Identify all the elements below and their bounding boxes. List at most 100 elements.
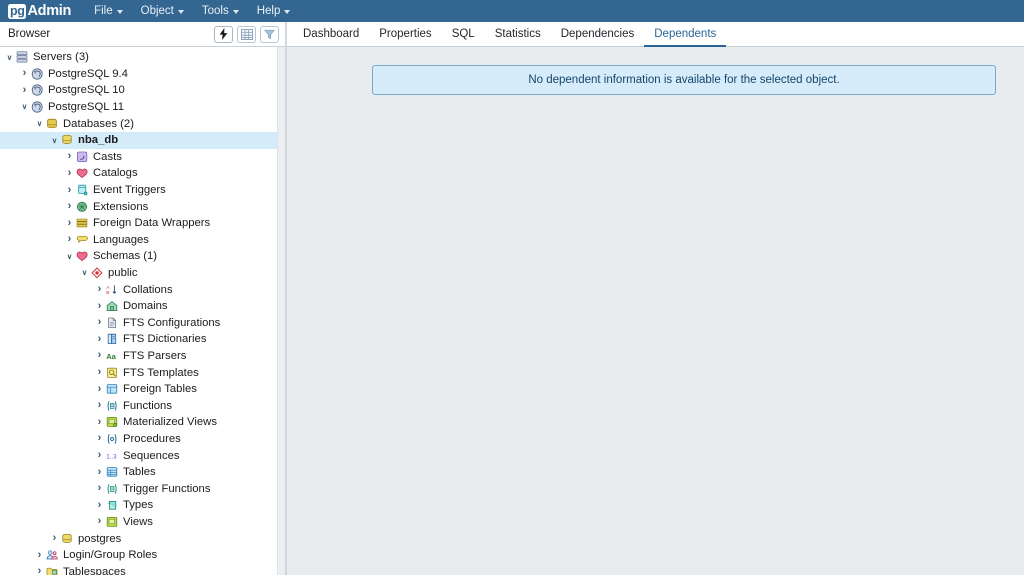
- event-triggers-icon: [75, 184, 90, 197]
- chevron-right-icon[interactable]: ›: [94, 466, 105, 478]
- chevron-right-icon[interactable]: ›: [94, 333, 105, 345]
- view-data-button[interactable]: [237, 25, 256, 43]
- chevron-right-icon[interactable]: ›: [94, 383, 105, 395]
- tree-item-foreign-data-wrappers[interactable]: › Foreign Data Wrappers: [0, 215, 285, 232]
- tree-item-foreign-tables[interactable]: › Foreign Tables: [0, 381, 285, 398]
- servers-icon: [15, 51, 30, 64]
- menu-file[interactable]: File: [93, 3, 124, 19]
- tree-item-label: Collations: [123, 283, 173, 296]
- filter-button[interactable]: [260, 25, 279, 43]
- tree-item-postgresql-9-4[interactable]: › PostgreSQL 9.4: [0, 66, 285, 83]
- chevron-right-icon[interactable]: ›: [19, 68, 30, 79]
- tree-item-fts-configurations[interactable]: › FTS Configurations: [0, 315, 285, 332]
- chevron-right-icon[interactable]: ›: [94, 367, 105, 378]
- chevron-down-icon: [284, 10, 291, 14]
- chevron-right-icon[interactable]: ›: [64, 151, 75, 162]
- tree-item-label: Functions: [123, 399, 172, 412]
- tree-item-views[interactable]: › Views: [0, 514, 285, 531]
- tree-item-sequences[interactable]: › 1..3 Sequences: [0, 447, 285, 464]
- tree-item-materialized-views[interactable]: › Materialized Views: [0, 414, 285, 431]
- tree-item-extensions[interactable]: › Extensions: [0, 198, 285, 215]
- menu-object[interactable]: Object: [140, 3, 185, 19]
- tree-item-databases-2[interactable]: ∨ Databases (2): [0, 115, 285, 132]
- tree-item-tablespaces[interactable]: › Tablespaces: [0, 563, 285, 575]
- tree-item-collations[interactable]: › A B Collations: [0, 281, 285, 298]
- chevron-right-icon[interactable]: ›: [94, 300, 105, 312]
- tree-item-casts[interactable]: › Casts: [0, 149, 285, 166]
- chevron-right-icon[interactable]: ›: [94, 499, 105, 511]
- tree-item-postgresql-10[interactable]: › PostgreSQL 10: [0, 82, 285, 99]
- tree-item-login-group-roles[interactable]: › Login/Group Roles: [0, 547, 285, 564]
- chevron-right-icon[interactable]: ›: [49, 533, 60, 544]
- tree-item-label: Tablespaces: [63, 565, 126, 575]
- lightning-bolt-icon: [219, 28, 228, 40]
- chevron-right-icon[interactable]: ›: [94, 516, 105, 527]
- tree-item-procedures[interactable]: › Procedures: [0, 431, 285, 448]
- tree-item-postgresql-11[interactable]: ∨ PostgreSQL 11: [0, 99, 285, 116]
- chevron-right-icon[interactable]: ›: [34, 566, 45, 575]
- tree-item-schemas-1[interactable]: ∨ Schemas (1): [0, 248, 285, 265]
- tree-item-languages[interactable]: › Languages: [0, 232, 285, 249]
- chevron-right-icon[interactable]: ›: [64, 184, 75, 196]
- chevron-down-icon: [232, 10, 239, 14]
- tab-sql[interactable]: SQL: [442, 28, 485, 48]
- tab-dependencies[interactable]: Dependencies: [551, 28, 645, 48]
- menu-tools[interactable]: Tools: [201, 3, 240, 19]
- chevron-down-icon[interactable]: ∨: [49, 137, 60, 145]
- tree-item-tables[interactable]: › Tables: [0, 464, 285, 481]
- tree-item-domains[interactable]: › Domains: [0, 298, 285, 315]
- browser-scrollbar-track[interactable]: [277, 47, 285, 575]
- tree-item-fts-templates[interactable]: › FTS Templates: [0, 364, 285, 381]
- chevron-right-icon[interactable]: ›: [94, 433, 105, 444]
- tab-dashboard[interactable]: Dashboard: [293, 28, 369, 48]
- tree-item-label: Login/Group Roles: [63, 549, 158, 562]
- menu-help[interactable]: Help: [256, 3, 292, 19]
- tree-item-nba-db[interactable]: ∨ nba_db: [0, 131, 285, 149]
- chevron-down-icon[interactable]: ∨: [19, 103, 30, 111]
- views-icon: [105, 515, 120, 528]
- chevron-right-icon[interactable]: ›: [94, 350, 105, 361]
- tree-item-event-triggers[interactable]: › Event Triggers: [0, 182, 285, 199]
- tree-item-trigger-functions[interactable]: › Trigger Functions: [0, 480, 285, 497]
- chevron-down-icon[interactable]: ∨: [4, 54, 15, 62]
- chevron-right-icon[interactable]: ›: [64, 217, 75, 229]
- tab-properties[interactable]: Properties: [369, 28, 441, 48]
- tab-statistics[interactable]: Statistics: [485, 28, 551, 48]
- chevron-down-icon[interactable]: ∨: [34, 120, 45, 128]
- chevron-right-icon[interactable]: ›: [64, 234, 75, 245]
- chevron-right-icon[interactable]: ›: [64, 201, 75, 212]
- chevron-right-icon[interactable]: ›: [94, 284, 105, 295]
- chevron-right-icon[interactable]: ›: [94, 416, 105, 428]
- chevron-down-icon[interactable]: ∨: [79, 269, 90, 277]
- browser-title: Browser: [8, 28, 51, 40]
- svg-text:Aa: Aa: [106, 352, 116, 361]
- tab-dependents[interactable]: Dependents: [644, 28, 727, 47]
- svg-text:1..3: 1..3: [106, 453, 117, 460]
- chevron-right-icon[interactable]: ›: [94, 450, 105, 461]
- tree-item-label: FTS Parsers: [123, 349, 187, 362]
- no-dependents-message: No dependent information is available fo…: [528, 74, 840, 86]
- quick-query-tool-button[interactable]: [214, 25, 233, 43]
- chevron-down-icon[interactable]: ∨: [64, 253, 75, 261]
- postgres-elephant-icon: [30, 101, 45, 114]
- domains-icon: [105, 300, 120, 313]
- object-tree[interactable]: ∨ Servers (3) › PostgreSQL 9.4 › PostgreSQL 1…: [0, 47, 285, 575]
- tree-item-fts-parsers[interactable]: › Aa FTS Parsers: [0, 348, 285, 365]
- tree-item-types[interactable]: › Types: [0, 497, 285, 514]
- tree-item-catalogs[interactable]: › Catalogs: [0, 165, 285, 182]
- chevron-right-icon[interactable]: ›: [94, 400, 105, 411]
- chevron-right-icon[interactable]: ›: [94, 483, 105, 494]
- tree-item-public[interactable]: ∨ public: [0, 265, 285, 282]
- chevron-right-icon[interactable]: ›: [19, 84, 30, 96]
- tree-item-postgres[interactable]: › postgres: [0, 530, 285, 547]
- menu-label: File: [94, 5, 113, 17]
- chevron-right-icon[interactable]: ›: [94, 317, 105, 328]
- chevron-right-icon[interactable]: ›: [34, 549, 45, 561]
- tree-item-servers-3[interactable]: ∨ Servers (3): [0, 49, 285, 66]
- tree-item-functions[interactable]: › Functions: [0, 397, 285, 414]
- tree-item-label: Foreign Tables: [123, 383, 197, 396]
- tree-item-fts-dictionaries[interactable]: › FTS Dictionaries: [0, 331, 285, 348]
- chevron-right-icon[interactable]: ›: [64, 167, 75, 179]
- browser-panel: Browser ∨ Servers (3) › PostgreSQL 9.4 ›…: [0, 22, 286, 575]
- types-icon: [105, 499, 120, 512]
